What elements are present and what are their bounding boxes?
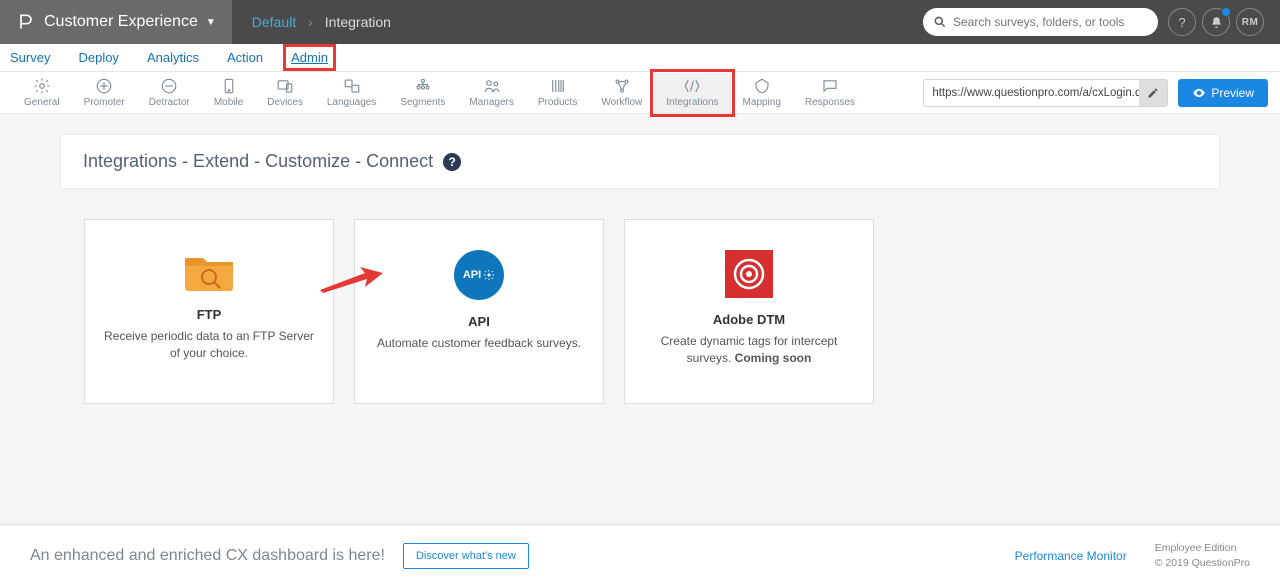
topbar: Customer Experience ▼ Default › Integrat… [0,0,1280,44]
card-desc: Automate customer feedback surveys. [377,335,581,352]
integrations-icon [683,77,701,95]
subtab-integrations[interactable]: Integrations [654,73,730,113]
subtab-mapping[interactable]: Mapping [731,73,793,113]
card-title: API [468,314,490,329]
footer-meta: Employee Edition © 2019 QuestionPro [1155,541,1250,570]
responses-icon [821,77,839,95]
breadcrumb-current: Integration [325,14,391,30]
red-arrow-icon [315,265,385,295]
url-edit-button[interactable] [1139,80,1167,106]
footer: An enhanced and enriched CX dashboard is… [0,524,1280,586]
logo-icon [16,12,36,32]
subtab-promoter[interactable]: Promoter [72,73,137,113]
devices-icon [276,77,294,95]
promoter-icon [95,77,113,95]
card-ftp[interactable]: FTP Receive periodic data to an FTP Serv… [84,219,334,404]
footer-msg: An enhanced and enriched CX dashboard is… [30,547,385,565]
help-button[interactable]: ? [1168,8,1196,36]
subtab-languages[interactable]: Languages [315,73,389,113]
help-icon[interactable]: ? [443,153,461,171]
managers-icon [483,77,501,95]
search-icon [933,15,947,29]
subtab-products[interactable]: Products [526,73,589,113]
subtab-general[interactable]: General [12,73,72,113]
adobe-dtm-icon [725,250,773,298]
tab-survey[interactable]: Survey [10,50,50,65]
card-desc: Receive periodic data to an FTP Server o… [103,328,315,362]
url-text[interactable]: https://www.questionpro.com/a/cxLogin.d [924,87,1139,99]
page-title: Integrations - Extend - Customize - Conn… [83,151,433,172]
card-api[interactable]: API API Automate customer feedback surve… [354,219,604,404]
detractor-icon [160,77,178,95]
subtab-mobile[interactable]: Mobile [202,73,255,113]
subtab-responses[interactable]: Responses [793,73,867,113]
product-name: Customer Experience [44,13,198,31]
tab-analytics[interactable]: Analytics [147,50,199,65]
search-input[interactable] [923,8,1158,36]
card-adobe-dtm[interactable]: Adobe DTM Create dynamic tags for interc… [624,219,874,404]
card-desc: Create dynamic tags for intercept survey… [643,333,855,367]
card-title: FTP [197,307,222,322]
tab-deploy[interactable]: Deploy [78,50,118,65]
caret-down-icon: ▼ [206,17,216,28]
discover-button[interactable]: Discover what's new [403,543,529,569]
subtab-detractor[interactable]: Detractor [137,73,202,113]
subtab-devices[interactable]: Devices [255,73,315,113]
tab-admin[interactable]: Admin [291,50,328,65]
breadcrumb-root[interactable]: Default [252,14,296,30]
subtab-managers[interactable]: Managers [457,73,525,113]
sub-tabs: General Promoter Detractor Mobile Device… [0,72,1280,114]
segments-icon [414,77,432,95]
tab-action[interactable]: Action [227,50,263,65]
subtab-segments[interactable]: Segments [388,73,457,113]
workflow-icon [613,77,631,95]
avatar[interactable]: RM [1236,8,1264,36]
product-switcher[interactable]: Customer Experience ▼ [0,0,232,44]
card-title: Adobe DTM [713,312,785,327]
performance-monitor-link[interactable]: Performance Monitor [1015,549,1127,563]
bell-icon [1210,16,1223,29]
main-tabs: Survey Deploy Analytics Action Admin [0,44,1280,72]
eye-icon [1192,86,1206,100]
mobile-icon [220,77,238,95]
mapping-icon [753,77,771,95]
subtab-workflow[interactable]: Workflow [589,73,654,113]
api-icon: API [454,250,504,300]
breadcrumb: Default › Integration [232,14,411,30]
url-box: https://www.questionpro.com/a/cxLogin.d [923,79,1168,107]
products-icon [549,77,567,95]
preview-button[interactable]: Preview [1178,79,1268,107]
breadcrumb-sep-icon: › [308,14,313,30]
languages-icon [343,77,361,95]
notification-dot [1221,7,1231,17]
pencil-icon [1147,87,1159,99]
ftp-folder-icon [183,250,235,293]
notifications-button[interactable] [1202,8,1230,36]
page-header: Integrations - Extend - Customize - Conn… [60,134,1220,189]
gear-icon [33,77,51,95]
